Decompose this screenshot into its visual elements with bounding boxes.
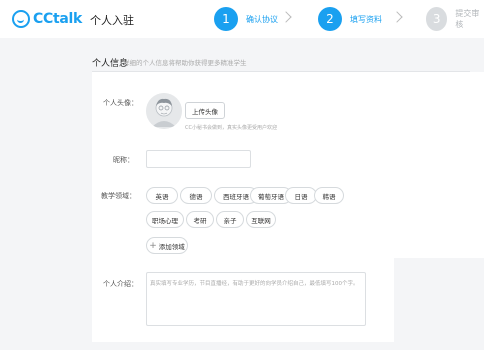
add-field-label: 添加领域 (158, 242, 185, 251)
section-subtitle: 详细的个人信息将帮助你获得更多精准学生 (123, 59, 247, 67)
tag-internet[interactable]: 互联网 (246, 211, 276, 228)
intro-label: 个人介绍： (103, 280, 138, 288)
avatar[interactable] (146, 93, 182, 129)
chevron-right-icon (391, 11, 403, 23)
tag-postgrad-exam[interactable]: 考研 (186, 211, 214, 228)
step-submit-review: 3 提交审核 (426, 7, 484, 31)
avatar-label: 个人头像： (103, 99, 138, 107)
upload-avatar-button[interactable]: 上传头像 (185, 102, 225, 119)
add-field-button[interactable]: + 添加领域 (146, 237, 188, 254)
nickname-input[interactable] (146, 150, 251, 168)
tag-workplace-psychology[interactable]: 职场心理 (146, 211, 184, 228)
cctalk-logo-icon (12, 10, 30, 28)
tag-parenting[interactable]: 亲子 (216, 211, 244, 228)
step-label: 填写资料 (350, 14, 382, 24)
tag-german[interactable]: 德语 (180, 187, 212, 204)
step-number: 3 (426, 7, 448, 31)
avatar-hint: CC小秘书会做到，真实头像更受用户欢迎 (185, 125, 277, 131)
tag-english[interactable]: 英语 (146, 187, 178, 204)
chevron-right-icon (280, 11, 292, 23)
step-confirm-agreement: 1 确认协议 (214, 7, 278, 31)
step-fill-info: 2 填写资料 (318, 7, 382, 31)
nickname-label: 昵称： (113, 156, 134, 164)
cctalk-logo[interactable]: CCtalk (12, 9, 82, 29)
step-label: 提交审核 (455, 9, 480, 29)
tag-korean[interactable]: 韩语 (314, 187, 344, 204)
step-number: 2 (318, 7, 342, 31)
plus-icon: + (149, 240, 157, 251)
form-card-extension (394, 72, 484, 258)
page-title: 个人入驻 (90, 14, 134, 27)
default-avatar-icon (146, 93, 182, 129)
top-bar: CCtalk 个人入驻 1 确认协议 2 填写资料 3 提交审核 (0, 0, 484, 38)
intro-placeholder: 真实填写专业学历，节目直播经，有助于更好的向学员介绍自己，最低填写100个字。 (150, 281, 359, 287)
step-label: 确认协议 (246, 14, 278, 24)
logo-text: CCtalk (33, 11, 82, 27)
tag-japanese[interactable]: 日语 (285, 187, 317, 204)
step-number: 1 (214, 7, 238, 31)
teaching-field-label: 教学领域： (101, 192, 136, 200)
